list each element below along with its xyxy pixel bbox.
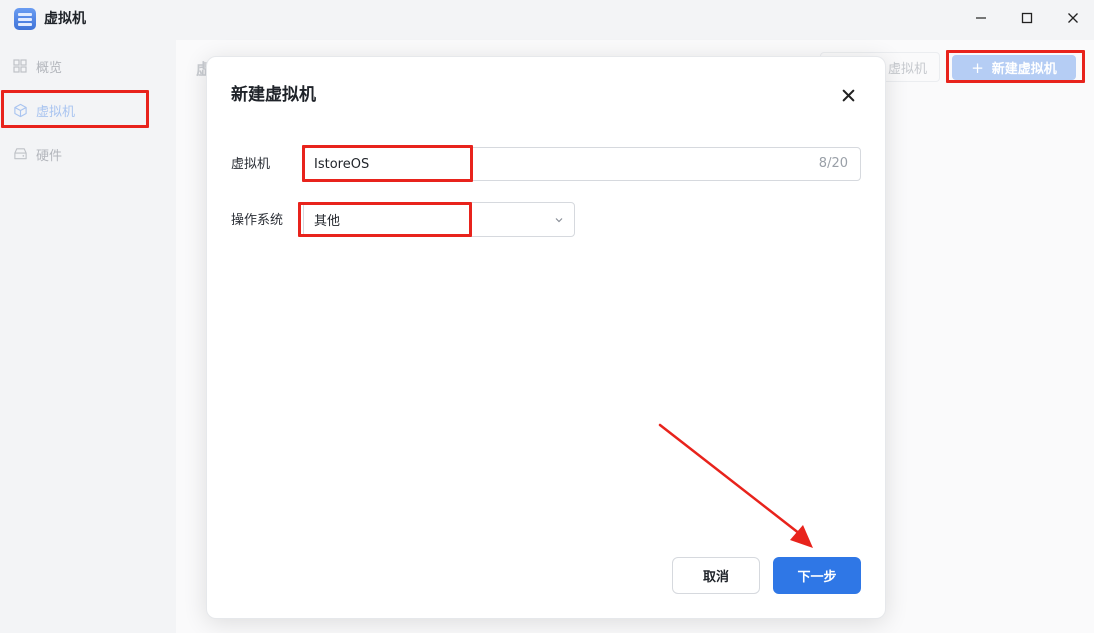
cancel-button[interactable]: 取消 [672, 557, 760, 594]
next-button[interactable]: 下一步 [773, 557, 861, 594]
new-vm-label: 新建虚拟机 [991, 62, 1057, 77]
cube-icon [12, 102, 28, 118]
title-bar: 虚拟机 [0, 0, 1094, 40]
new-vm-dialog: 新建虚拟机 虚拟机 IstoreOS 8/20 操作系统 其他 取消 下一步 [206, 56, 886, 619]
vm-name-input[interactable]: IstoreOS 8/20 [303, 147, 861, 181]
window-title: 虚拟机 [44, 11, 86, 27]
sidebar-item-label: 硬件 [36, 148, 63, 164]
dialog-title: 新建虚拟机 [231, 85, 316, 105]
grid-icon [12, 58, 28, 74]
sidebar-item-label: 虚拟机 [36, 104, 76, 120]
drive-icon [12, 146, 28, 162]
server-stack-icon [14, 8, 36, 30]
dialog-close-button[interactable] [839, 86, 857, 104]
sidebar-item-vm[interactable]: 虚拟机 [4, 93, 154, 127]
maximize-button[interactable] [1004, 0, 1050, 36]
sidebar-item-hardware[interactable]: 硬件 [4, 137, 154, 171]
os-select-value: 其他 [314, 214, 341, 229]
close-icon [1068, 13, 1078, 23]
close-icon [842, 89, 854, 101]
close-window-button[interactable] [1050, 0, 1094, 36]
minimize-icon [976, 17, 986, 19]
new-vm-button[interactable]: + 新建虚拟机 [952, 55, 1076, 80]
plus-icon: + [971, 58, 984, 77]
char-counter: 8/20 [818, 156, 848, 171]
minimize-button[interactable] [958, 0, 1004, 36]
sidebar-item-label: 概览 [36, 60, 63, 76]
vm-name-value: IstoreOS [314, 156, 370, 172]
vm-name-label: 虚拟机 [231, 157, 271, 172]
maximize-icon [1021, 12, 1033, 24]
sidebar: 概览 虚拟机 硬件 [0, 40, 176, 633]
sidebar-item-overview[interactable]: 概览 [4, 49, 154, 83]
os-select[interactable]: 其他 [303, 202, 575, 237]
chevron-down-icon [554, 214, 564, 229]
os-label: 操作系统 [231, 213, 284, 228]
